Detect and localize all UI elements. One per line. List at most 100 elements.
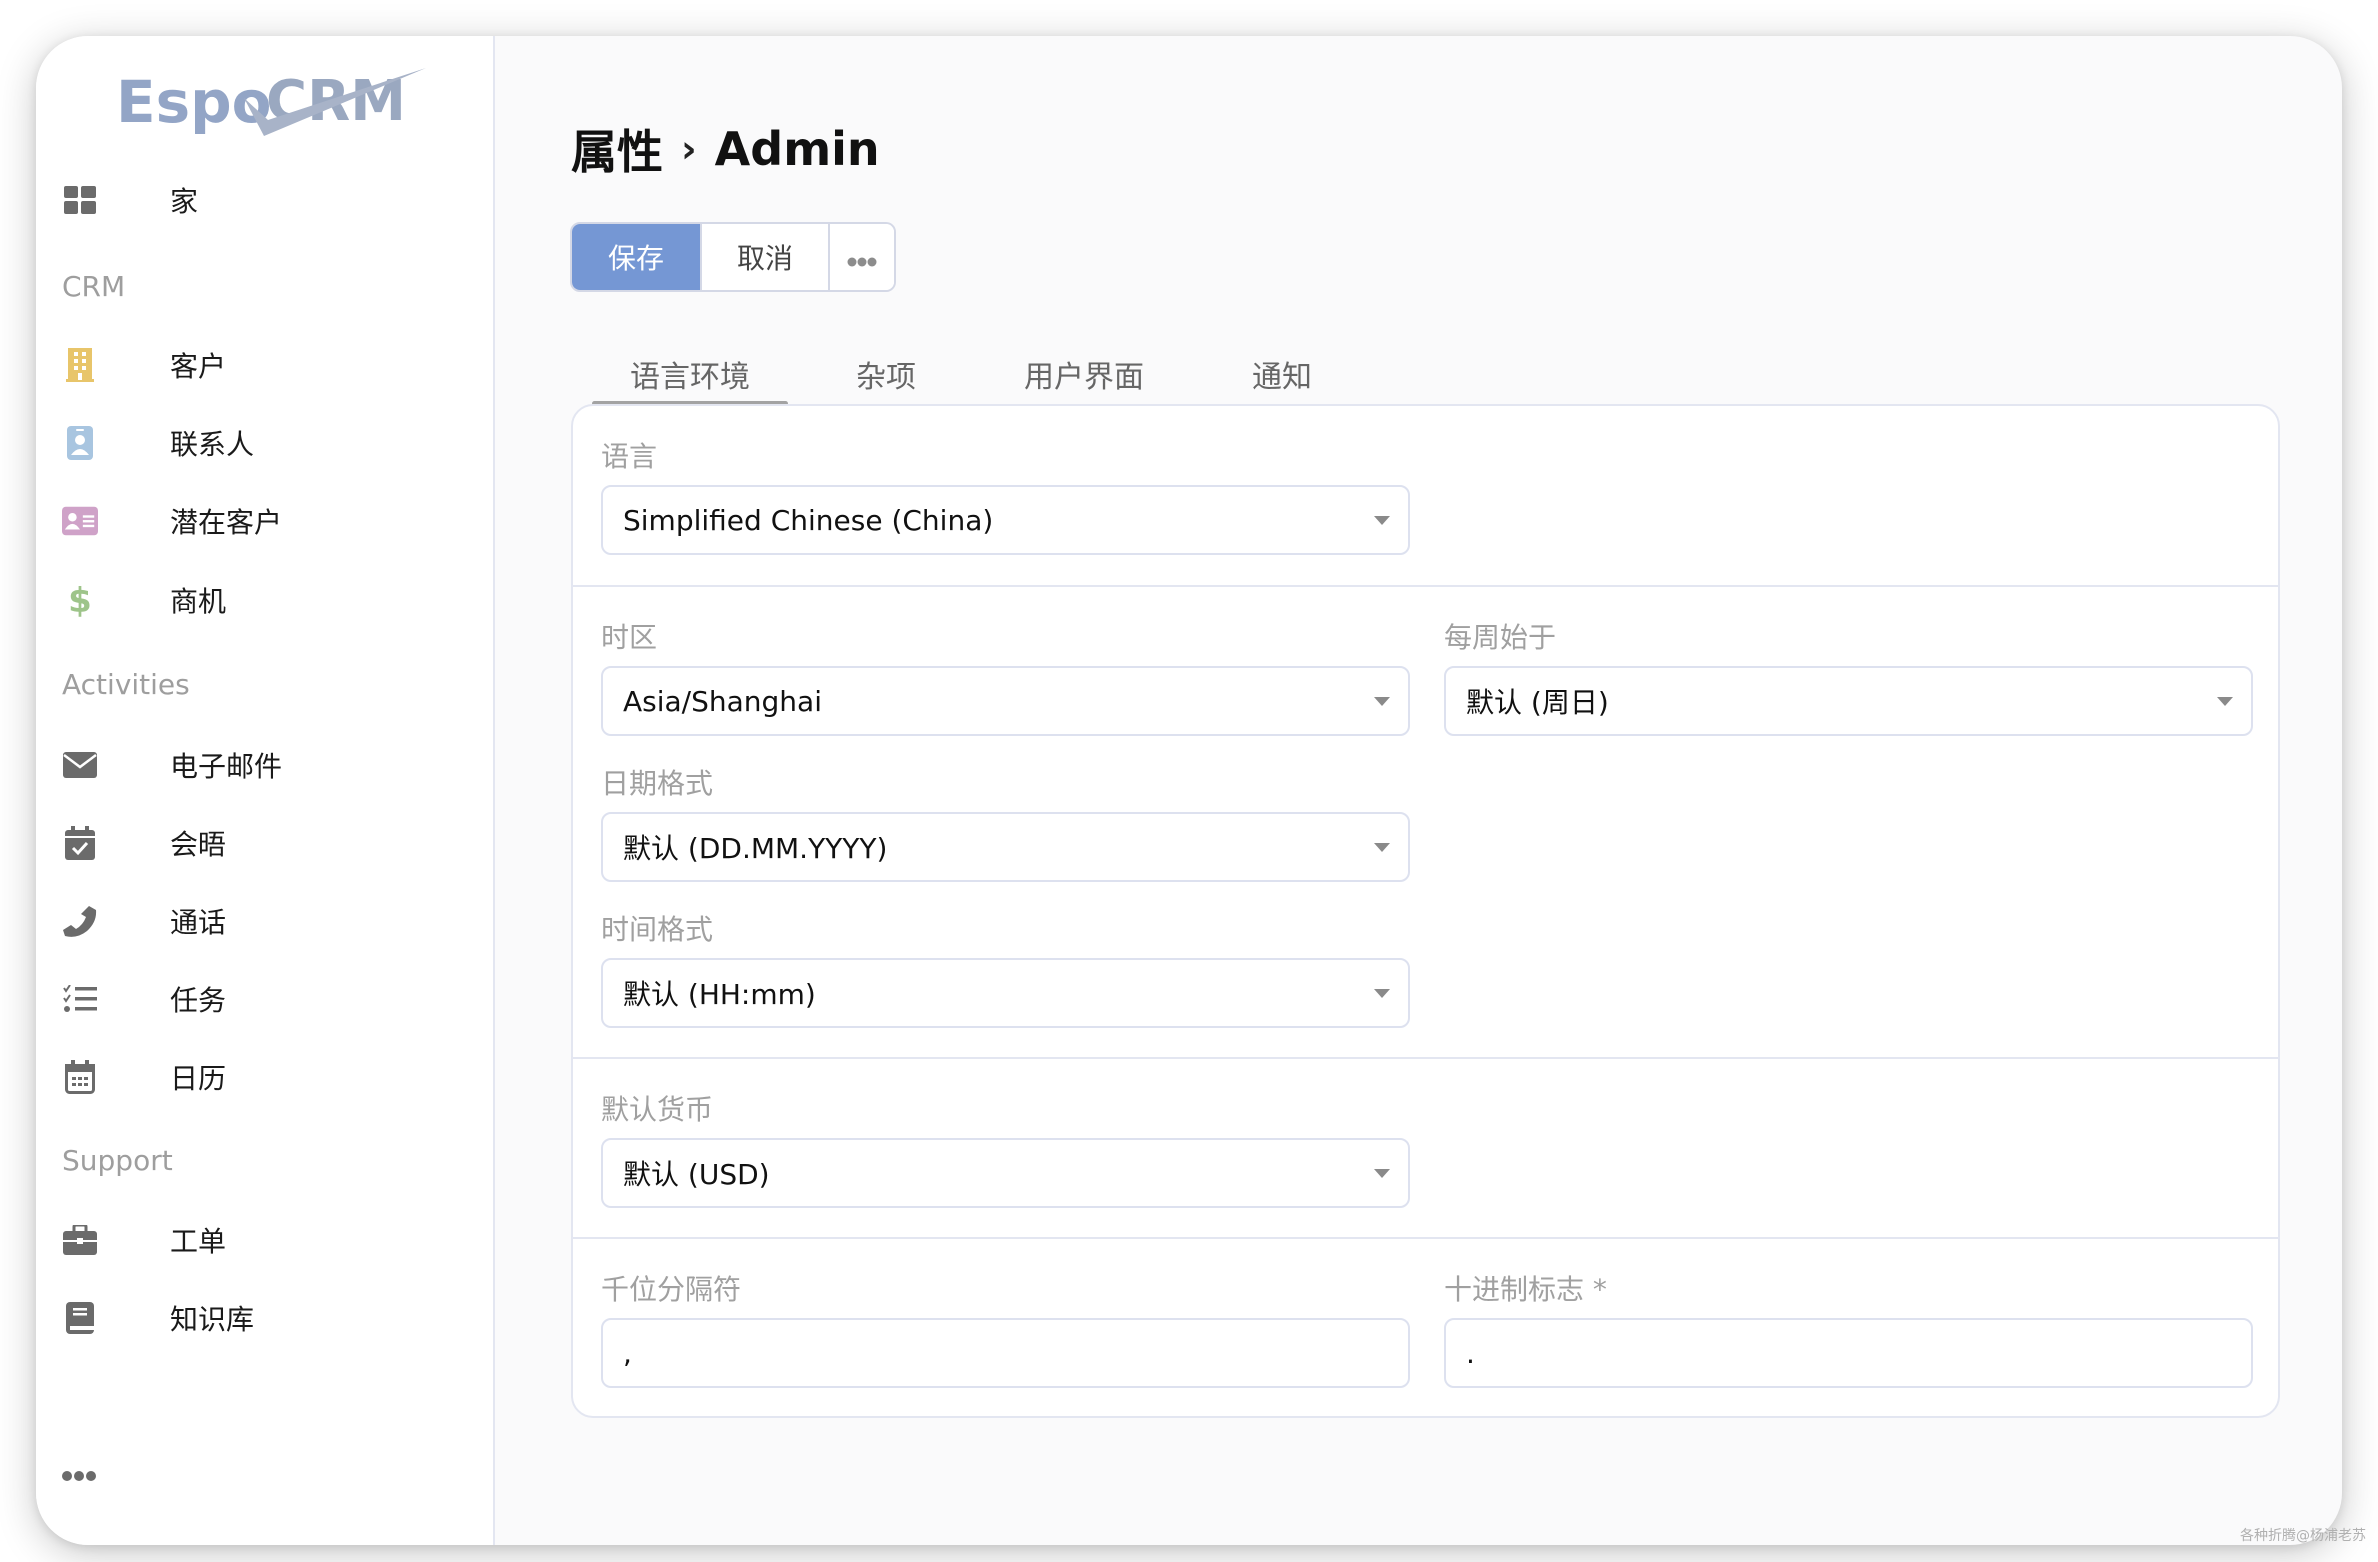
- sidebar-item-accounts[interactable]: 客户: [62, 337, 462, 393]
- tab-locale[interactable]: 语言环境: [592, 342, 788, 406]
- calendar-icon: [62, 1059, 98, 1095]
- field-language: 语言 Simplified Chinese (China): [601, 437, 1410, 555]
- section-number-format: 千位分隔符 , 十进制标志 * .: [573, 1239, 2278, 1416]
- field-label: 每周始于: [1444, 621, 1557, 654]
- tab-user-interface[interactable]: 用户界面: [984, 342, 1184, 406]
- sidebar-item-label: 知识库: [170, 1303, 255, 1336]
- sidebar-item-label: 潜在客户: [170, 506, 283, 539]
- calendar-check-icon: [62, 825, 98, 861]
- time-format-select[interactable]: 默认 (HH:mm): [601, 958, 1410, 1028]
- sidebar-item-label: 家: [170, 185, 199, 218]
- sidebar-group-support: Support: [62, 1144, 173, 1177]
- select-value: 默认 (USD): [623, 1158, 770, 1191]
- field-label: 日期格式: [601, 767, 714, 800]
- caret-down-icon: [1374, 1169, 1390, 1178]
- thousand-separator-input[interactable]: ,: [601, 1318, 1410, 1388]
- field-label: 语言: [601, 440, 658, 473]
- field-time-format: 时间格式 默认 (HH:mm): [601, 910, 1410, 1028]
- sidebar-item-emails[interactable]: 电子邮件: [62, 737, 462, 793]
- language-select[interactable]: Simplified Chinese (China): [601, 485, 1410, 555]
- field-label: 千位分隔符: [601, 1273, 742, 1306]
- sidebar-item-home[interactable]: 家: [62, 172, 462, 228]
- sidebar-item-label: 日历: [170, 1062, 227, 1095]
- date-format-select[interactable]: 默认 (DD.MM.YYYY): [601, 812, 1410, 882]
- sidebar-item-calendar[interactable]: 日历: [62, 1049, 462, 1105]
- sidebar-item-meetings[interactable]: 会晤: [62, 815, 462, 871]
- sidebar-item-label: 任务: [170, 984, 227, 1017]
- phone-icon: [62, 903, 98, 939]
- field-date-format: 日期格式 默认 (DD.MM.YYYY): [601, 764, 1410, 882]
- breadcrumb-preferences[interactable]: 属性: [571, 116, 663, 182]
- sidebar-item-label: 电子邮件: [170, 750, 283, 783]
- field-label: 默认货币: [601, 1093, 714, 1126]
- save-button[interactable]: 保存: [572, 224, 700, 290]
- field-label: 时间格式: [601, 913, 714, 946]
- week-start-select[interactable]: 默认 (周日): [1444, 666, 2253, 736]
- tab-notifications[interactable]: 通知: [1184, 342, 1380, 406]
- section-datetime: 时区 Asia/Shanghai 每周始于 默认 (周日) 日期格式 默认 (D…: [573, 587, 2278, 1059]
- sidebar-item-leads[interactable]: 潜在客户: [62, 493, 462, 549]
- select-value: 默认 (HH:mm): [623, 978, 816, 1011]
- sidebar-item-label: 通话: [170, 906, 227, 939]
- default-currency-select[interactable]: 默认 (USD): [601, 1138, 1410, 1208]
- building-icon: [62, 347, 98, 383]
- select-value: Asia/Shanghai: [623, 684, 822, 718]
- svg-text:$: $: [69, 583, 91, 617]
- field-decimal-mark: 十进制标志 * .: [1444, 1270, 2253, 1388]
- caret-down-icon: [1374, 989, 1390, 998]
- field-thousand-separator: 千位分隔符 ,: [601, 1270, 1410, 1388]
- breadcrumb-separator: ›: [681, 127, 697, 171]
- input-value: .: [1466, 1336, 1475, 1370]
- sidebar-item-cases[interactable]: 工单: [62, 1212, 462, 1268]
- main-content: 属性 › Admin 保存 取消 语言环境 杂项 用户界面 通知 语言 Simp…: [497, 36, 2342, 1545]
- id-badge-icon: [62, 425, 98, 461]
- app-window: Espo CRM 家 CRM 客户 联系人: [36, 36, 2342, 1545]
- sidebar-item-knowledge-base[interactable]: 知识库: [62, 1290, 462, 1346]
- select-value: 默认 (周日): [1466, 686, 1609, 719]
- input-value: ,: [623, 1336, 632, 1370]
- sidebar-item-label: 联系人: [170, 428, 255, 461]
- sidebar-item-opportunities[interactable]: $ 商机: [62, 572, 462, 628]
- tab-bar: 语言环境 杂项 用户界面 通知: [592, 342, 1380, 406]
- sidebar-item-label: 商机: [170, 585, 227, 618]
- ellipsis-icon: [847, 241, 877, 274]
- sidebar-item-label: 会晤: [170, 828, 227, 861]
- sidebar-group-activities: Activities: [62, 668, 190, 701]
- tab-misc[interactable]: 杂项: [788, 342, 984, 406]
- more-actions-button[interactable]: [828, 224, 894, 290]
- decimal-mark-input[interactable]: .: [1444, 1318, 2253, 1388]
- select-value: 默认 (DD.MM.YYYY): [623, 832, 888, 865]
- page-title: 属性 › Admin: [571, 116, 880, 182]
- task-list-icon: [62, 981, 98, 1017]
- sidebar-item-tasks[interactable]: 任务: [62, 971, 462, 1027]
- grid-icon: [62, 182, 98, 218]
- caret-down-icon: [1374, 697, 1390, 706]
- locale-settings-panel: 语言 Simplified Chinese (China) 时区 Asia/Sh…: [571, 404, 2280, 1418]
- field-time-zone: 时区 Asia/Shanghai: [601, 618, 1410, 736]
- sidebar-item-label: 工单: [170, 1225, 227, 1258]
- breadcrumb-current-user: Admin: [714, 122, 880, 176]
- field-label: 十进制标志 *: [1444, 1273, 1607, 1306]
- envelope-icon: [62, 747, 98, 783]
- sidebar: Espo CRM 家 CRM 客户 联系人: [36, 36, 495, 1545]
- address-card-icon: [62, 503, 98, 539]
- sidebar-item-contacts[interactable]: 联系人: [62, 415, 462, 471]
- field-default-currency: 默认货币 默认 (USD): [601, 1090, 1410, 1208]
- espocrm-logo[interactable]: Espo CRM: [116, 60, 426, 140]
- dollar-icon: $: [62, 582, 98, 618]
- field-week-start: 每周始于 默认 (周日): [1444, 618, 2253, 736]
- caret-down-icon: [1374, 516, 1390, 525]
- section-currency: 默认货币 默认 (USD): [573, 1059, 2278, 1239]
- field-label: 时区: [601, 621, 658, 654]
- action-button-group: 保存 取消: [570, 222, 896, 292]
- caret-down-icon: [2217, 697, 2233, 706]
- watermark: 各种折腾@杨浦老苏: [2240, 1528, 2366, 1544]
- cancel-button[interactable]: 取消: [700, 224, 828, 290]
- sidebar-item-calls[interactable]: 通话: [62, 893, 462, 949]
- book-icon: [62, 1300, 98, 1336]
- select-value: Simplified Chinese (China): [623, 503, 994, 537]
- sidebar-item-label: 客户: [170, 350, 227, 383]
- time-zone-select[interactable]: Asia/Shanghai: [601, 666, 1410, 736]
- sidebar-more-ellipsis-icon[interactable]: [62, 1468, 98, 1492]
- section-language: 语言 Simplified Chinese (China): [573, 406, 2278, 587]
